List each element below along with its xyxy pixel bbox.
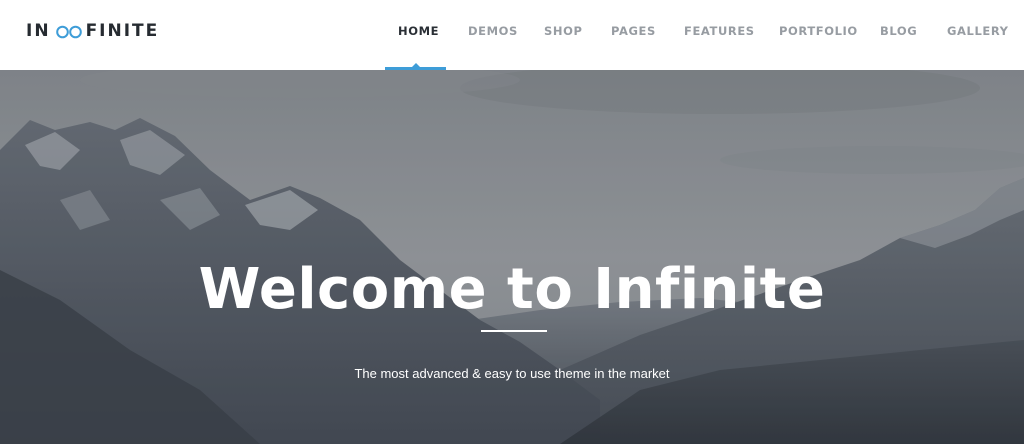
- hero-divider: [481, 330, 547, 332]
- nav-item-gallery[interactable]: GALLERY: [947, 24, 1009, 38]
- nav-item-pages[interactable]: PAGES: [611, 24, 656, 38]
- nav-item-features[interactable]: FEATURES: [684, 24, 755, 38]
- hero-section: Welcome to Infinite The most advanced & …: [0, 70, 1024, 444]
- logo-text-left: IN: [26, 21, 51, 41]
- active-nav-caret: [411, 63, 421, 68]
- logo-text-right: FINITE: [85, 21, 160, 41]
- hero-subtitle: The most advanced & easy to use theme in…: [354, 366, 670, 381]
- site-header: IN FINITE HOME DEMOS SHOP PAGES FEATURES…: [0, 0, 1024, 70]
- site-logo[interactable]: IN FINITE: [26, 21, 159, 41]
- nav-item-blog[interactable]: BLOG: [880, 24, 917, 38]
- nav-item-home[interactable]: HOME: [398, 24, 439, 38]
- hero-title: Welcome to Infinite: [198, 257, 826, 322]
- nav-item-shop[interactable]: SHOP: [544, 24, 583, 38]
- nav-item-portfolio[interactable]: PORTFOLIO: [779, 24, 858, 38]
- nav-item-demos[interactable]: DEMOS: [468, 24, 518, 38]
- infinity-icon: [55, 24, 83, 39]
